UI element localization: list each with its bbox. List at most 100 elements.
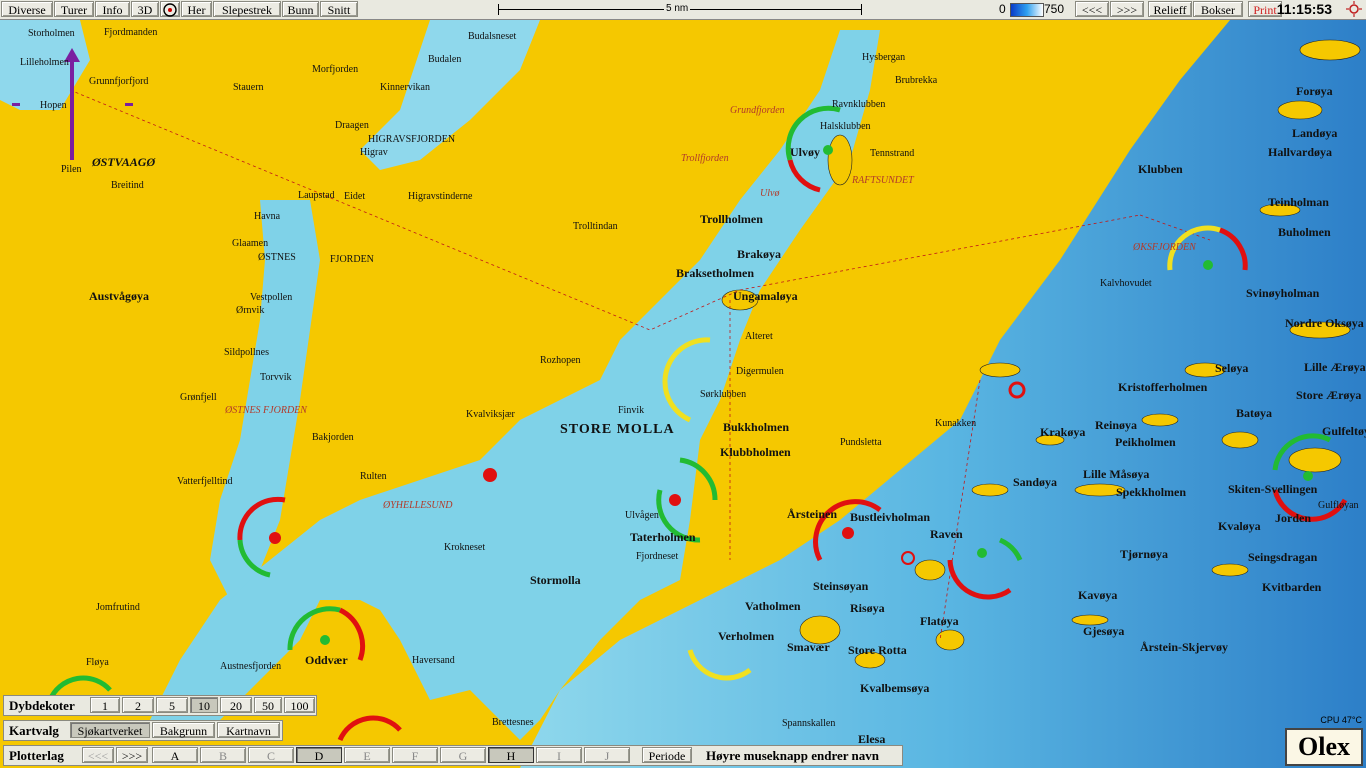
label-hopen: Hopen <box>40 100 67 111</box>
bokser-button[interactable]: Bokser <box>1193 1 1243 17</box>
layer-a-button[interactable]: A <box>152 747 198 763</box>
label-eidet: Eidet <box>344 191 366 202</box>
label-higravsfjorden: HIGRAVSFJORDEN <box>368 134 456 145</box>
label-floya: Fløya <box>86 657 109 668</box>
layer-d-button[interactable]: D <box>296 747 342 763</box>
label-fjorden: FJORDEN <box>330 254 374 265</box>
label-tennstrand: Tennstrand <box>870 148 915 159</box>
label-budalen: Budalen <box>428 54 462 65</box>
label-fjordneset: Fjordneset <box>636 551 679 562</box>
layer-b-button[interactable]: B <box>200 747 246 763</box>
label-gulfeltoya: Gulfeltøya <box>1322 424 1366 438</box>
label-lilleholmen: Lilleholmen <box>20 57 69 68</box>
layer-h-button[interactable]: H <box>488 747 534 763</box>
label-austnesfjorden: Austnesfjorden <box>220 661 282 672</box>
slepestrek-button[interactable]: Slepestrek <box>213 1 281 17</box>
label-trollholmen: Trollholmen <box>700 212 763 226</box>
label-seloya: Seløya <box>1215 361 1249 375</box>
label-store-molla: STORE MOLLA <box>560 422 675 437</box>
layer-j-button[interactable]: J <box>584 747 630 763</box>
label-rozhopen: Rozhopen <box>540 355 581 366</box>
scale-label: 5 nm <box>664 3 691 14</box>
forward-button[interactable]: >>> <box>1110 1 1144 17</box>
depth-2-button[interactable]: 2 <box>122 697 154 713</box>
depth-1-button[interactable]: 1 <box>90 697 120 713</box>
label-brubrekka: Brubrekka <box>895 75 938 86</box>
label-trolltindan: Trolltindan <box>573 221 618 232</box>
label-ravnklubben: Ravnklubben <box>832 99 886 110</box>
label-ostnes-fjorden: ØSTNES FJORDEN <box>225 405 307 416</box>
label-kvalviksjaer: Kvalviksjær <box>466 409 515 420</box>
depth-10-button[interactable]: 10 <box>190 697 218 713</box>
olex-logo[interactable]: Olex <box>1285 728 1363 766</box>
3d-button[interactable]: 3D <box>131 1 159 17</box>
label-glaamen: Glaamen <box>232 238 269 249</box>
info-button[interactable]: Info <box>95 1 130 17</box>
layer-i-button[interactable]: I <box>536 747 582 763</box>
label-braksetholmen: Braksetholmen <box>676 266 754 280</box>
label-lille-aeroya: Lille Ærøya <box>1304 360 1366 374</box>
depth-max-label: 750 <box>1044 2 1065 16</box>
layer-e-button[interactable]: E <box>344 747 390 763</box>
depth-5-button[interactable]: 5 <box>156 697 188 713</box>
label-krokneset: Krokneset <box>444 542 486 553</box>
plotter-next-button[interactable]: >>> <box>116 747 148 763</box>
depth-100-button[interactable]: 100 <box>284 697 315 713</box>
label-batoya: Batøya <box>1236 406 1272 420</box>
depth-gradient[interactable] <box>1010 3 1044 17</box>
label-jomfrutind: Jomfrutind <box>96 602 140 613</box>
depth-50-button[interactable]: 50 <box>254 697 282 713</box>
label-ulvoy: Ulvøy <box>790 145 820 159</box>
label-seingsdragan: Seingsdragan <box>1248 550 1318 564</box>
label-arsteinen: Årsteinen <box>787 507 837 521</box>
label-kristofferholmen: Kristofferholmen <box>1118 380 1208 394</box>
kartnavn-button[interactable]: Kartnavn <box>217 722 280 738</box>
sjokartverket-button[interactable]: Sjøkartverket <box>70 722 150 738</box>
diverse-button[interactable]: Diverse <box>1 1 53 17</box>
label-kvitbarden: Kvitbarden <box>1262 580 1322 594</box>
snitt-button[interactable]: Snitt <box>320 1 358 17</box>
depth-20-button[interactable]: 20 <box>220 697 252 713</box>
her-button[interactable]: Her <box>181 1 212 17</box>
layer-f-button[interactable]: F <box>392 747 438 763</box>
label-stormolla: Stormolla <box>530 573 581 587</box>
target-icon[interactable] <box>160 1 180 17</box>
plotter-layers-panel: Plotterlag <<< >>> A B C D E F G H I J P… <box>3 745 903 766</box>
label-trollfjorden: Trollfjorden <box>681 153 729 164</box>
label-finvik: Finvik <box>618 405 645 416</box>
label-foroya: Forøya <box>1296 84 1333 98</box>
label-pilen: Pilen <box>61 164 82 175</box>
bakgrunn-button[interactable]: Bakgrunn <box>152 722 215 738</box>
sun-icon[interactable] <box>1346 1 1362 17</box>
label-kvalbemsoya: Kvalbemsøya <box>860 681 930 695</box>
label-gulfloyan: Gulfløyan <box>1318 500 1359 511</box>
label-kavoya: Kavøya <box>1078 588 1118 602</box>
label-risoya: Risøya <box>850 601 885 615</box>
turer-button[interactable]: Turer <box>54 1 94 17</box>
label-jorden: Jorden <box>1275 511 1311 525</box>
label-elesa: Elesa <box>858 732 886 746</box>
relieff-button[interactable]: Relieff <box>1148 1 1192 17</box>
label-gjesoya: Gjesøya <box>1083 624 1125 638</box>
plotter-prev-button[interactable]: <<< <box>82 747 114 763</box>
label-klubbholmen: Klubbholmen <box>720 445 791 459</box>
periode-button[interactable]: Periode <box>642 747 692 763</box>
layer-g-button[interactable]: G <box>440 747 486 763</box>
bunn-button[interactable]: Bunn <box>282 1 319 17</box>
label-gronfjell: Grønfjell <box>180 392 217 403</box>
label-ostnes: ØSTNES <box>258 252 296 263</box>
label-breitind: Breitind <box>111 180 144 191</box>
layer-c-button[interactable]: C <box>248 747 294 763</box>
label-draagen: Draagen <box>335 120 369 131</box>
label-steinsoyan: Steinsøyan <box>813 579 869 593</box>
label-vatholmen: Vatholmen <box>745 599 801 613</box>
label-digermulen: Digermulen <box>736 366 784 377</box>
label-skiten-svellingen: Skiten-Svellingen <box>1228 482 1318 496</box>
label-halsklubben: Halsklubben <box>820 121 871 132</box>
label-grunnfjorfjord: Grunnfjorfjord <box>89 76 149 87</box>
label-ornvik: Ørnvik <box>236 305 265 316</box>
back-button[interactable]: <<< <box>1075 1 1109 17</box>
label-pundsletta: Pundsletta <box>840 437 882 448</box>
label-fjordmanden: Fjordmanden <box>104 27 158 38</box>
label-bukkholmen: Bukkholmen <box>723 420 790 434</box>
